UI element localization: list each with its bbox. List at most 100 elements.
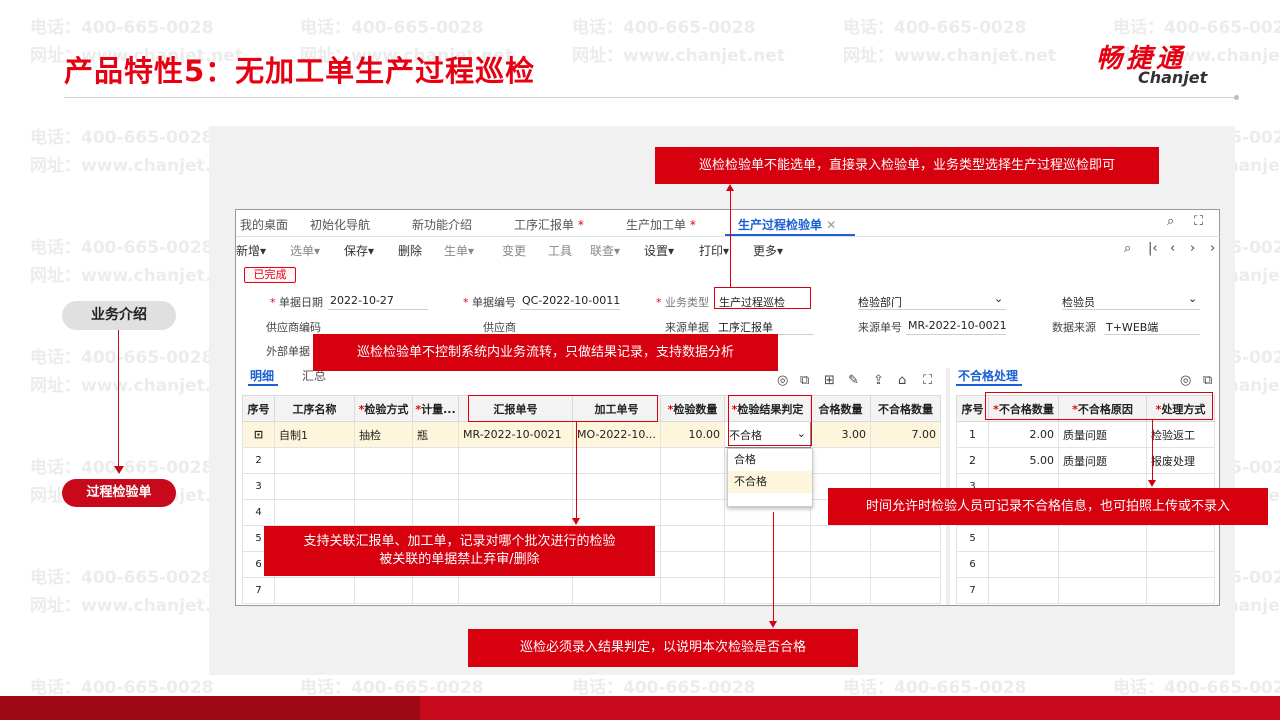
table-cell[interactable] <box>870 525 941 552</box>
table-cell[interactable]: 4 <box>242 499 275 526</box>
flow-step-current[interactable]: 过程检验单 <box>62 479 176 507</box>
copy-row-icon[interactable]: ⧉ <box>800 373 809 388</box>
table-cell[interactable] <box>1146 525 1215 552</box>
flow-step-intro[interactable]: 业务介绍 <box>62 301 176 330</box>
expand-icon[interactable]: ⛶ <box>923 373 932 388</box>
table-cell[interactable] <box>724 577 811 604</box>
data-source-field[interactable]: T+WEB端 <box>1106 319 1158 335</box>
table-cell[interactable] <box>572 499 661 526</box>
table-row[interactable]: ⊡ 自制1 抽检瓶 MR-2022-10-0021 MO-2022-10... 10.00… <box>242 421 941 448</box>
table-cell[interactable]: 7 <box>242 577 275 604</box>
table-cell[interactable] <box>1146 577 1215 604</box>
table-cell[interactable] <box>810 525 871 552</box>
detail-col-header[interactable]: 序号 <box>242 395 275 422</box>
change-button[interactable]: 变更 <box>502 242 526 259</box>
export-icon[interactable]: ⇪ <box>873 373 884 388</box>
table-row[interactable]: 5 <box>956 525 1215 552</box>
fullscreen-icon[interactable]: ⛶ <box>1194 214 1203 229</box>
table-cell[interactable] <box>660 473 725 500</box>
table-cell[interactable] <box>988 525 1059 552</box>
table-cell[interactable]: 10.00 <box>660 421 725 448</box>
tab-process-report[interactable]: 工序汇报单 * <box>514 216 584 233</box>
table-cell[interactable] <box>412 473 459 500</box>
table-cell[interactable]: 3.00 <box>810 421 871 448</box>
table-cell[interactable]: MO-2022-10... <box>572 421 661 448</box>
table-cell[interactable] <box>660 577 725 604</box>
table-cell[interactable]: 7.00 <box>870 421 941 448</box>
table-cell[interactable]: 6 <box>956 551 989 578</box>
close-icon[interactable]: ✕ <box>826 218 836 232</box>
search-icon[interactable]: ⌕ <box>1167 214 1174 229</box>
table-cell[interactable] <box>660 551 725 578</box>
table-cell[interactable] <box>870 551 941 578</box>
table-cell[interactable] <box>412 447 459 474</box>
table-cell[interactable]: 瓶 <box>412 421 459 448</box>
table-cell[interactable]: 5 <box>956 525 989 552</box>
table-row[interactable]: 2 <box>242 447 941 474</box>
save-button[interactable]: 保存▾ <box>344 242 374 259</box>
location-icon[interactable]: ◎ <box>777 373 788 388</box>
source-doc-field[interactable]: 工序汇报单 <box>718 319 773 335</box>
table-cell[interactable] <box>870 577 941 604</box>
tab-detail[interactable]: 明细 <box>250 367 274 384</box>
table-cell[interactable]: 2 <box>956 447 989 474</box>
table-cell[interactable]: 报废处理 <box>1146 447 1215 474</box>
table-cell[interactable]: 自制1 <box>274 421 355 448</box>
defect-col-header[interactable]: 序号 <box>956 395 989 422</box>
table-cell[interactable] <box>572 577 661 604</box>
inspector-dropdown-icon[interactable]: ⌄ <box>1188 292 1197 305</box>
result-option-fail[interactable]: 不合格 <box>728 471 812 493</box>
detail-col-header[interactable]: *检验方式 <box>354 395 413 422</box>
table-cell[interactable] <box>724 551 811 578</box>
table-cell[interactable]: 3 <box>242 473 275 500</box>
next-record-icon[interactable]: › <box>1190 241 1195 256</box>
table-cell[interactable] <box>870 447 941 474</box>
tab-process-inspection[interactable]: 生产过程检验单 ✕ <box>738 216 836 233</box>
table-cell[interactable] <box>354 499 413 526</box>
select-source-button[interactable]: 选单▾ <box>290 242 320 259</box>
tab-init-nav[interactable]: 初始化导航 <box>310 216 370 233</box>
table-cell[interactable] <box>274 577 355 604</box>
table-row[interactable]: 7 <box>956 577 1215 604</box>
table-cell[interactable] <box>274 499 355 526</box>
tab-production-order[interactable]: 生产加工单 * <box>626 216 696 233</box>
tab-new-features[interactable]: 新功能介绍 <box>412 216 472 233</box>
table-cell[interactable]: 2 <box>242 447 275 474</box>
dept-dropdown-icon[interactable]: ⌄ <box>994 292 1003 305</box>
result-option-pass[interactable]: 合格 <box>728 449 812 471</box>
defect-copy-icon[interactable]: ⧉ <box>1203 373 1212 388</box>
pane-splitter[interactable] <box>946 368 950 605</box>
query-button[interactable]: 联查▾ <box>590 242 620 259</box>
more-button[interactable]: 更多▾ <box>753 242 783 259</box>
table-cell[interactable]: 抽检 <box>354 421 413 448</box>
table-row[interactable]: 7 <box>242 577 941 604</box>
detail-col-header[interactable]: *检验数量 <box>660 395 725 422</box>
table-cell[interactable] <box>572 473 661 500</box>
detail-col-header[interactable]: 工序名称 <box>274 395 355 422</box>
tools-button[interactable]: 工具 <box>548 242 572 259</box>
date-field[interactable]: 2022-10-27 <box>330 294 394 307</box>
table-cell[interactable] <box>660 525 725 552</box>
table-cell[interactable]: 5.00 <box>988 447 1059 474</box>
table-row[interactable]: 2 5.00 质量问题 报废处理 <box>956 447 1215 474</box>
table-cell[interactable]: ⊡ <box>242 421 275 448</box>
table-cell[interactable] <box>1058 525 1147 552</box>
warehouse-icon[interactable]: ⌂ <box>898 373 906 388</box>
settings-button[interactable]: 设置▾ <box>644 242 674 259</box>
table-cell[interactable]: 2.00 <box>988 421 1059 448</box>
table-cell[interactable] <box>274 447 355 474</box>
doc-no-field[interactable]: QC-2022-10-0011 <box>522 294 620 307</box>
tab-desktop[interactable]: 我的桌面 <box>240 216 288 233</box>
table-cell[interactable] <box>988 577 1059 604</box>
table-cell[interactable]: 质量问题 <box>1058 447 1147 474</box>
table-cell[interactable] <box>810 551 871 578</box>
table-cell[interactable] <box>458 577 573 604</box>
detail-col-header[interactable]: *计量... <box>412 395 459 422</box>
table-cell[interactable] <box>354 473 413 500</box>
detail-col-header[interactable]: 不合格数量 <box>870 395 941 422</box>
table-cell[interactable] <box>660 499 725 526</box>
table-cell[interactable] <box>274 473 355 500</box>
row-menu-icon[interactable]: ⊡ <box>247 428 270 441</box>
source-no-field[interactable]: MR-2022-10-0021 <box>908 319 1007 332</box>
edit-rows-icon[interactable]: ✎ <box>848 373 859 388</box>
